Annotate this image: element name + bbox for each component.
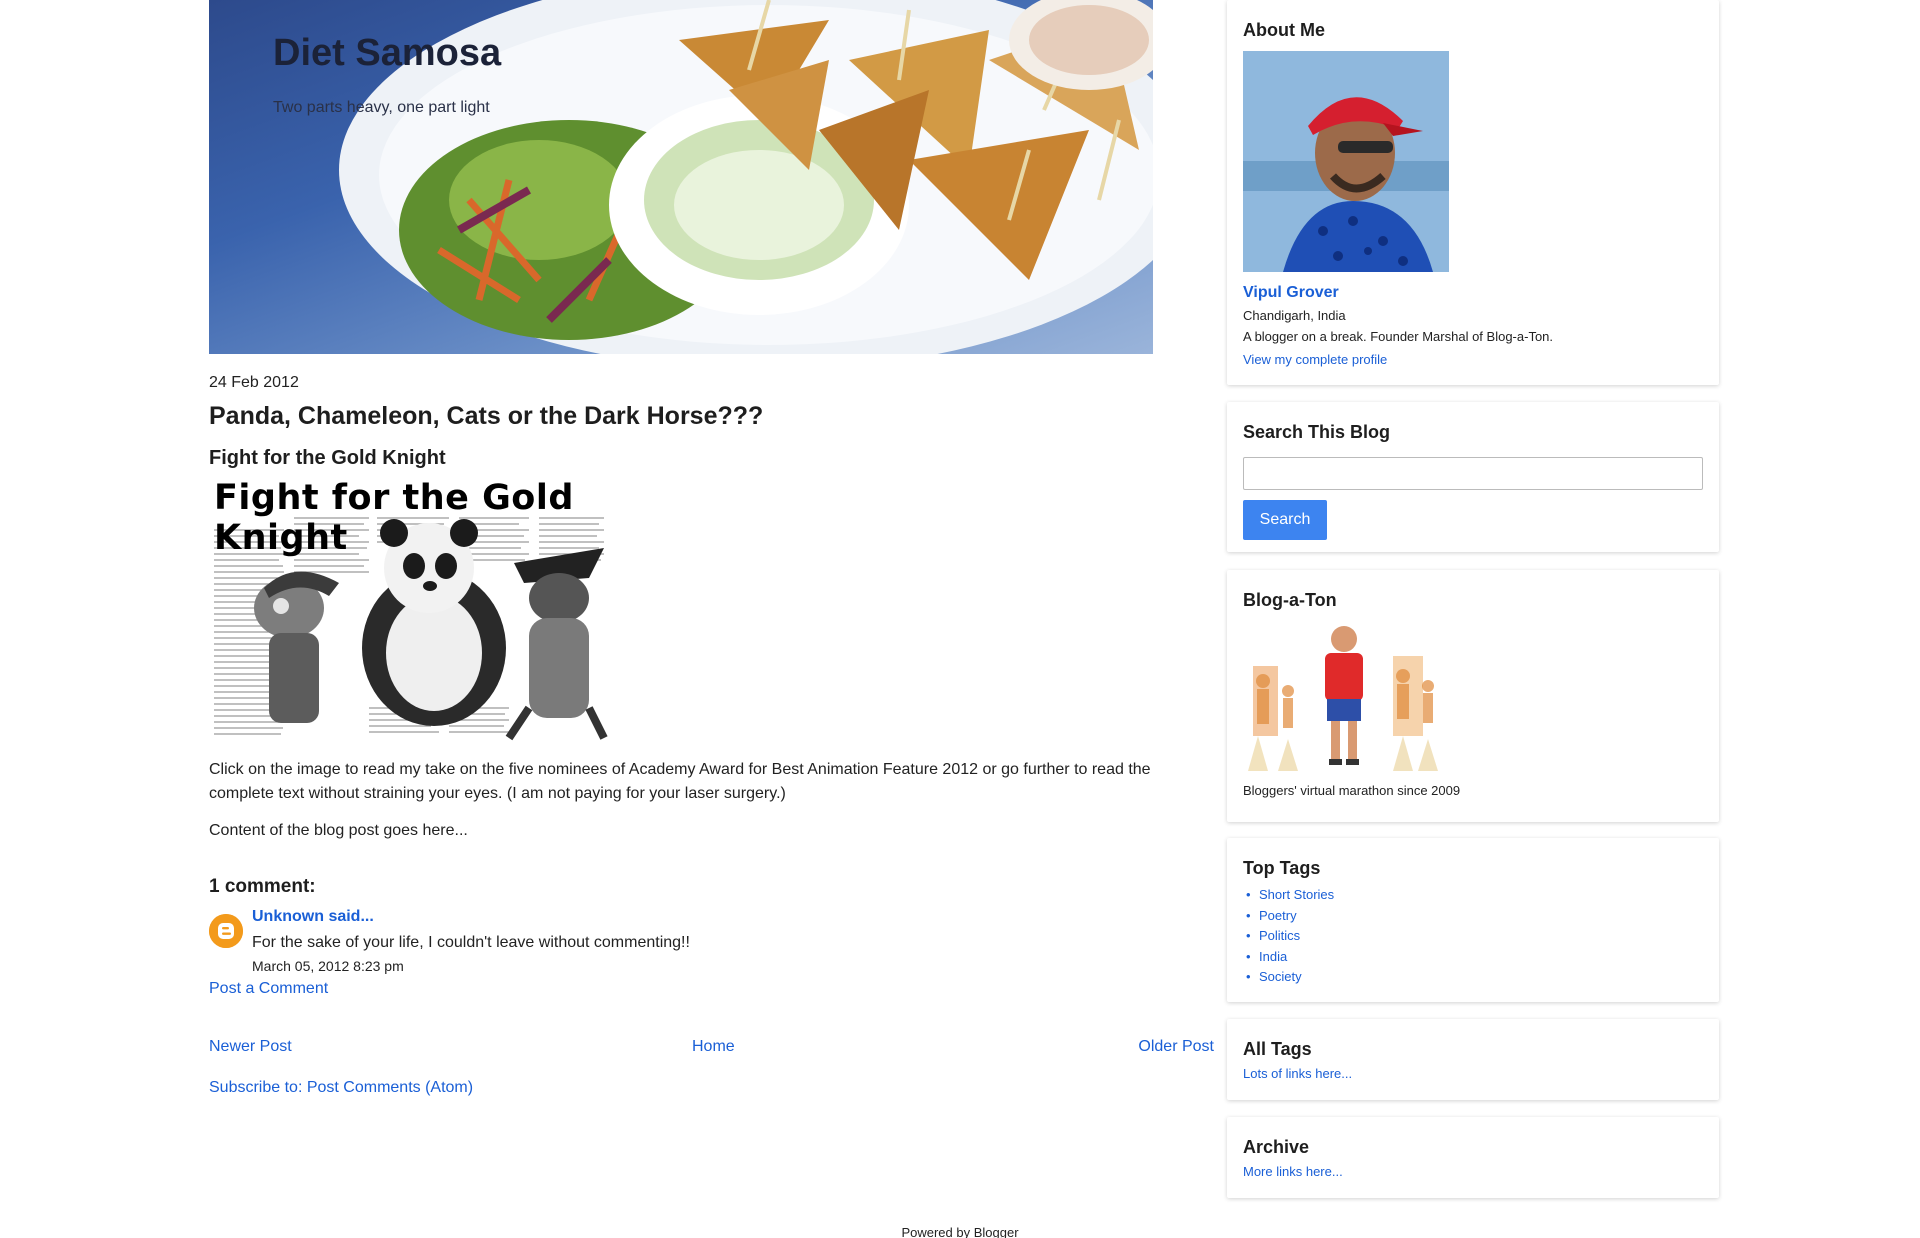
top-tags-list: Short Stories Poetry Politics India Soci… [1243, 885, 1703, 988]
archive-link[interactable]: More links here... [1243, 1164, 1703, 1179]
search-button[interactable]: Search [1243, 500, 1327, 540]
tag-link-short-stories[interactable]: Short Stories [1259, 887, 1334, 902]
blogger-icon[interactable] [209, 914, 243, 948]
comment-date[interactable]: March 05, 2012 8:23 pm [252, 958, 1214, 974]
post-date: 24 Feb 2012 [209, 374, 299, 391]
view-profile-link[interactable]: View my complete profile [1243, 352, 1703, 367]
tag-link[interactable]: India [1243, 947, 1703, 968]
all-tags-link[interactable]: Lots of links here... [1243, 1066, 1703, 1081]
blog-a-ton-title: Blog-a-Ton [1243, 590, 1337, 610]
comment-author[interactable]: Unknown said... [252, 908, 1214, 926]
tag-link[interactable]: Poetry [1243, 906, 1703, 927]
image-heading: Fight for the Gold Knight [214, 478, 574, 558]
tag-link[interactable]: Politics [1243, 926, 1703, 947]
search-input[interactable] [1243, 457, 1703, 490]
all-tags-title: All Tags [1243, 1039, 1312, 1059]
footer-text[interactable]: Powered by Blogger [901, 1225, 1018, 1238]
about-me-widget: About Me Vipul Grover Chandigarh, India … [1227, 0, 1719, 385]
blog-a-ton-caption: Bloggers' virtual marathon since 2009 [1243, 783, 1461, 798]
search-widget: Search This Blog Search [1227, 402, 1719, 552]
comment-text: For the sake of your life, I couldn't le… [252, 934, 690, 951]
post-comment-link[interactable]: Post a Comment [209, 980, 1214, 998]
profile-photo[interactable] [1243, 51, 1449, 272]
tag-link[interactable]: Short Stories [1243, 885, 1703, 906]
about-me-title: About Me [1243, 20, 1325, 40]
main-content: 24 Feb 2012 Panda, Chameleon, Cats or th… [209, 374, 1214, 1097]
comments-header: 1 comment: [209, 876, 316, 897]
footer-powered-by[interactable]: Powered by Blogger [0, 1225, 1920, 1238]
tag-link-poetry[interactable]: Poetry [1259, 908, 1297, 923]
all-tags-widget: All Tags Lots of links here... [1227, 1019, 1719, 1100]
blog-description: Two parts heavy, one part light [273, 99, 490, 116]
header-banner: Diet Samosa Two parts heavy, one part li… [209, 0, 1153, 354]
profile-bio: A blogger on a break. Founder Marshal of… [1243, 329, 1554, 344]
tag-link-india[interactable]: India [1259, 949, 1287, 964]
comments-section: 1 comment: Unknown said... For the sake … [209, 876, 1214, 998]
profile-name-link[interactable]: Vipul Grover [1243, 284, 1703, 302]
search-title: Search This Blog [1243, 422, 1391, 442]
top-tags-widget: Top Tags Short Stories Poetry Politics I… [1227, 838, 1719, 1002]
post-subtitle: Fight for the Gold Knight [209, 447, 446, 469]
post-intro: Click on the image to read my take on th… [209, 761, 1151, 802]
profile-location: Chandigarh, India [1243, 308, 1346, 323]
post-image[interactable]: Fight for the Gold Knight [209, 478, 609, 742]
subscribe-link[interactable]: Subscribe to: Post Comments (Atom) [209, 1079, 1214, 1097]
archive-widget: Archive More links here... [1227, 1117, 1719, 1198]
blog-a-ton-widget: Blog-a-Ton Bloggers' virtual marathon si… [1227, 570, 1719, 822]
post-title[interactable]: Panda, Chameleon, Cats or the Dark Horse… [209, 402, 1214, 431]
post-navigation: Newer Post Home Older Post [209, 1038, 1214, 1060]
archive-title: Archive [1243, 1137, 1310, 1157]
top-tags-title: Top Tags [1243, 858, 1321, 878]
older-post-link[interactable]: Older Post [1138, 1038, 1214, 1056]
home-link[interactable]: Home [692, 1038, 735, 1056]
post-body: Content of the blog post goes here... [209, 822, 468, 839]
tag-link-society[interactable]: Society [1259, 969, 1302, 984]
blog-a-ton-image[interactable] [1243, 621, 1445, 771]
newer-post-link[interactable]: Newer Post [209, 1038, 292, 1056]
tag-link[interactable]: Society [1243, 967, 1703, 988]
blog-title[interactable]: Diet Samosa [273, 32, 501, 75]
tag-link-politics[interactable]: Politics [1259, 928, 1300, 943]
comment-item: Unknown said... For the sake of your lif… [209, 908, 1214, 974]
